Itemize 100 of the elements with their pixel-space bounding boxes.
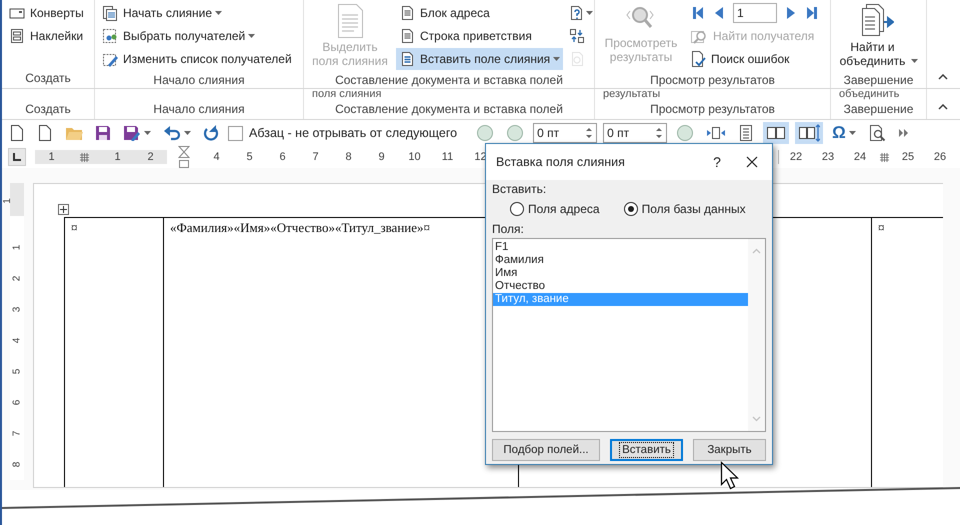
page-icon (738, 124, 754, 142)
ribbon-button[interactable]: Найти и объединить (835, 2, 919, 70)
group-label: Завершение (844, 72, 914, 89)
close-icon (746, 156, 758, 168)
book-arrows-icon (798, 124, 820, 142)
ruler-number: 8 (344, 151, 353, 163)
ruler-number: 5 (12, 368, 22, 374)
help-button[interactable]: ? (702, 154, 732, 170)
undo-icon (163, 125, 181, 141)
ruler-number: 5 (245, 151, 254, 163)
collapse-icon[interactable] (938, 74, 948, 80)
caret-icon (910, 59, 918, 63)
ribbon-button-label: результаты (603, 89, 660, 99)
document-icon (399, 28, 415, 44)
document-check-icon (690, 50, 706, 68)
new-document-icon (9, 124, 25, 142)
list-item[interactable]: F1 (493, 241, 748, 254)
group-label: Создать (25, 70, 71, 87)
list-item[interactable]: Фамилия (493, 254, 748, 267)
ruler-number: 4 (12, 338, 22, 344)
ribbon-button[interactable]: Вставить поле слияния (396, 48, 564, 70)
ruler-number: 6 (278, 151, 287, 163)
group-label: Просмотр результатов (650, 101, 775, 118)
ruler-number: 1 (47, 151, 56, 163)
spin-field[interactable]: 0 пт (533, 123, 598, 143)
ruler-number: 25 (900, 151, 916, 163)
caret-icon (248, 34, 256, 38)
save-icon (95, 125, 111, 141)
group-label: Создать (25, 101, 71, 118)
ruler-number: 4 (212, 151, 221, 163)
ruler-number: 23 (820, 151, 836, 163)
group-label: Начало слияния (153, 72, 245, 89)
section-label: Вставить: (492, 182, 548, 198)
dialog-button[interactable]: Подбор полей... (492, 439, 600, 461)
collapse-icon[interactable] (938, 104, 948, 110)
first-record-icon[interactable] (691, 6, 705, 20)
ruler-number: 9 (377, 151, 386, 163)
ruler-number: 26 (932, 151, 948, 163)
circle-icon (506, 124, 524, 142)
ribbon-button[interactable]: Наклейки (6, 25, 87, 47)
list-item[interactable]: Отчество (493, 280, 748, 293)
radio-button[interactable]: Поля базы данных (624, 202, 746, 216)
ruler-number: 2 (146, 151, 155, 163)
book-icon (766, 125, 786, 141)
group-label: Просмотр результатов (650, 72, 775, 89)
ribbon-button[interactable]: Поиск ошибок (687, 48, 819, 70)
column-marker-icon[interactable] (880, 152, 888, 162)
table-move-handle-icon[interactable] (58, 204, 69, 215)
caret-icon (586, 11, 594, 15)
record-number-field[interactable]: 1 (733, 3, 777, 23)
dialog-button[interactable]: Закрыть (693, 439, 766, 461)
arrows-page-icon (706, 125, 726, 141)
ribbon-button[interactable]: Выбрать получателей (99, 25, 295, 47)
toolbar-button[interactable] (795, 122, 824, 144)
ribbon-button-label: поля слияния (312, 89, 382, 99)
caret-icon (184, 131, 191, 135)
dialog-title: Вставка поля слияния (496, 155, 626, 169)
new-document-icon (37, 124, 53, 142)
ruler-number: 3 (12, 306, 22, 312)
list-pencil-icon (102, 51, 118, 67)
group-label: Составление документа и вставка полей (335, 101, 563, 118)
ruler-number: 6 (12, 400, 22, 406)
document-arrow-icon (860, 3, 894, 39)
people-list-icon (102, 28, 118, 44)
ruler-number: 1 (113, 151, 122, 163)
label-sheet-icon (9, 28, 25, 44)
spin-field[interactable]: 0 пт (603, 123, 668, 143)
ruler-number: 1 (2, 198, 14, 204)
caret-icon (553, 57, 560, 61)
more-icon (898, 128, 910, 138)
radio-button[interactable]: Поля адреса (510, 202, 600, 216)
ruler-number: 10 (407, 151, 422, 163)
checkbox[interactable]: Абзац - не отрывать от следующего (228, 126, 458, 140)
search-icon (690, 28, 708, 44)
refresh-document-icon (569, 51, 586, 67)
symbol-button[interactable]: Ω (829, 122, 859, 144)
ribbon-button[interactable]: Начать слияние (99, 2, 295, 24)
document-icon (399, 51, 415, 67)
ribbon-button[interactable]: Блок адреса (396, 2, 564, 24)
dialog-button[interactable]: Вставить (610, 439, 683, 461)
swap-icon (569, 28, 586, 44)
table-cell-text: ¤ (878, 220, 884, 235)
search-icon (868, 124, 886, 142)
redo-icon (203, 125, 219, 141)
circle-icon (476, 124, 494, 142)
documents-icon (102, 5, 118, 21)
last-record-icon[interactable] (805, 6, 819, 20)
list-item[interactable]: Имя (493, 267, 748, 280)
table-cell-text: «Фамилия»«Имя»«Отчество»«Титул_звание»¤ (170, 220, 430, 235)
toolbar-button[interactable] (763, 122, 790, 144)
ribbon-button[interactable]: Изменить список получателей (99, 48, 295, 70)
tab-stop-button[interactable] (8, 148, 26, 166)
ribbon-button[interactable]: Конверты (6, 2, 87, 24)
ruler-number: 11 (440, 151, 454, 163)
ruler-number: 7 (311, 151, 320, 163)
spin-arrows-icon (655, 126, 664, 140)
ribbon-button[interactable]: Строка приветствия (396, 25, 564, 47)
indent-marker-icon[interactable] (178, 146, 190, 168)
column-marker-icon[interactable] (80, 152, 89, 162)
ruler-number: 1 (12, 244, 22, 250)
